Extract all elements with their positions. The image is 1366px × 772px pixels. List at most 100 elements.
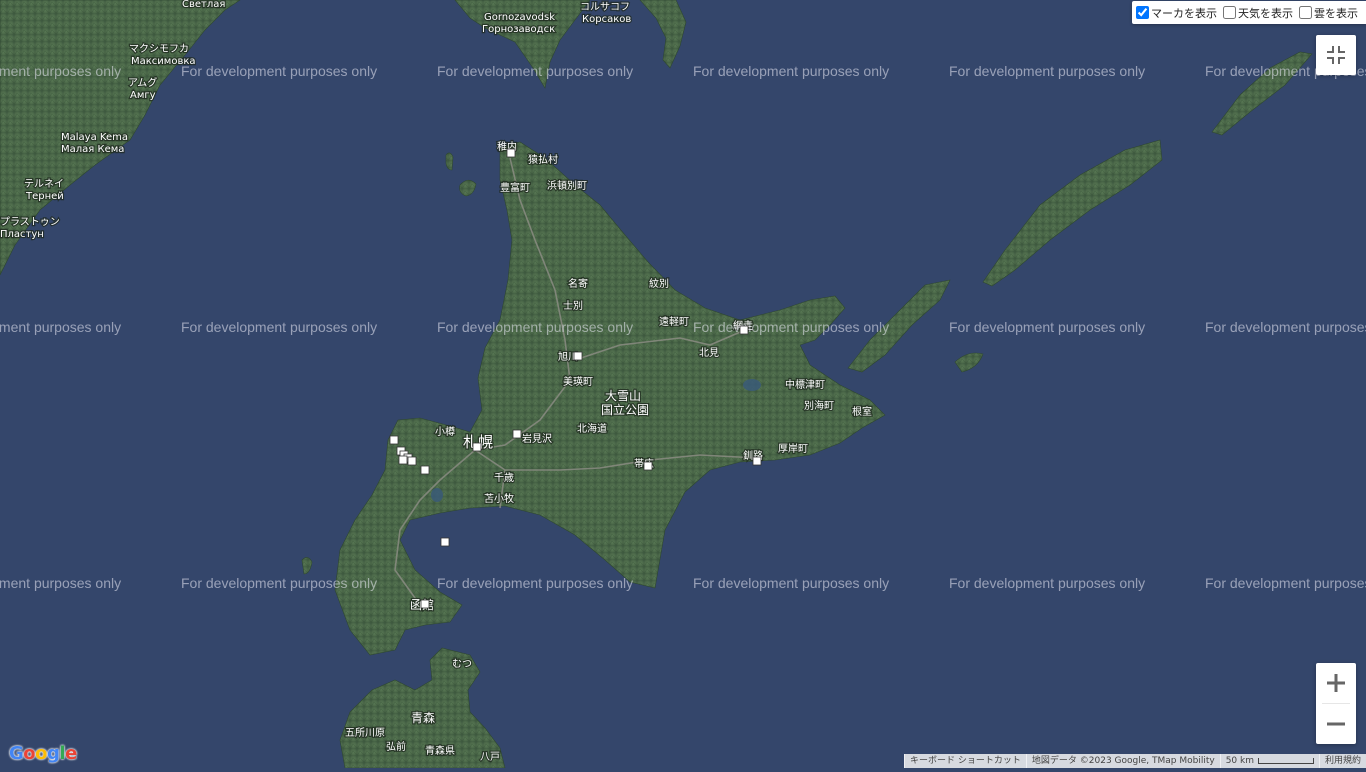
map-label: Горнозаводск bbox=[482, 24, 555, 35]
google-logo[interactable]: Google bbox=[9, 743, 77, 764]
map-label: 紋別 bbox=[649, 277, 669, 290]
markers-toggle[interactable]: マーカを表示 bbox=[1136, 5, 1217, 21]
map-label: 名寄 bbox=[568, 277, 588, 290]
map-label: 苫小牧 bbox=[484, 492, 514, 505]
watermark-text: For development purposes only bbox=[693, 319, 889, 335]
map-marker[interactable] bbox=[440, 537, 450, 547]
watermark-text: For development purposes only bbox=[181, 63, 377, 79]
watermark-text: For development purposes only bbox=[437, 63, 633, 79]
lake-shikotsu bbox=[431, 488, 443, 502]
attribution-bar: キーボード ショートカット 地図データ ©2023 Google, TMap M… bbox=[904, 754, 1366, 768]
map-marker[interactable] bbox=[573, 351, 583, 361]
keyboard-shortcuts-link[interactable]: キーボード ショートカット bbox=[904, 754, 1026, 768]
zoom-in-button[interactable] bbox=[1316, 663, 1356, 703]
map-label: 千歳 bbox=[494, 472, 514, 484]
map-marker[interactable] bbox=[643, 461, 653, 471]
map-marker[interactable] bbox=[506, 148, 516, 158]
weather-toggle[interactable]: 天気を表示 bbox=[1223, 5, 1293, 21]
map-label: 猿払村 bbox=[528, 153, 558, 166]
map-label: Gornozavodsk bbox=[484, 12, 555, 23]
map-label: 北海道 bbox=[577, 422, 607, 435]
map-label: Malaya Kema bbox=[61, 132, 128, 143]
fullscreen-button[interactable] bbox=[1316, 35, 1356, 75]
watermark-text: For development purposes only bbox=[181, 319, 377, 335]
map-canvas[interactable]: Светлая Gornozavodsk Горнозаводск コルサコフ … bbox=[0, 0, 1366, 769]
map-label: マクシモフカ bbox=[129, 43, 189, 55]
map-label: 別海町 bbox=[804, 399, 834, 412]
map-label: Пластун bbox=[0, 229, 44, 240]
watermark-text: For development purposes only bbox=[0, 575, 121, 591]
clouds-toggle[interactable]: 雲を表示 bbox=[1299, 5, 1358, 21]
map-label: 浜頓別町 bbox=[547, 179, 587, 192]
logo-letter: G bbox=[9, 743, 24, 764]
map-label: テルネイ bbox=[24, 178, 64, 190]
logo-letter: g bbox=[47, 743, 60, 764]
scale-bar bbox=[1257, 757, 1314, 764]
map-label: Светлая bbox=[182, 0, 225, 10]
watermark-text: For development purposes only bbox=[181, 575, 377, 591]
watermark-text: For development purposes only bbox=[1205, 319, 1366, 335]
map-label: アムグ bbox=[128, 76, 157, 89]
clouds-checkbox[interactable] bbox=[1299, 6, 1312, 19]
map-label: 北見 bbox=[699, 347, 719, 359]
map-marker[interactable] bbox=[512, 429, 522, 439]
watermark-text: For development purposes only bbox=[693, 575, 889, 591]
map-marker[interactable] bbox=[389, 435, 399, 445]
map-label: 岩見沢 bbox=[522, 432, 552, 445]
watermark-text: For development purposes only bbox=[693, 63, 889, 79]
zoom-out-button[interactable] bbox=[1316, 704, 1356, 744]
map-marker[interactable] bbox=[398, 455, 408, 465]
map-label: 五所川原 bbox=[345, 727, 385, 739]
map-marker[interactable] bbox=[420, 465, 430, 475]
map-label: むつ bbox=[452, 658, 472, 670]
map-marker[interactable] bbox=[472, 442, 482, 452]
map-label: コルサコフ bbox=[580, 1, 630, 13]
watermark-text: For development purposes only bbox=[437, 319, 633, 335]
map-label: 国立公園 bbox=[601, 402, 649, 417]
weather-checkbox[interactable] bbox=[1223, 6, 1236, 19]
map-label: 豊富町 bbox=[500, 181, 530, 194]
map-marker[interactable] bbox=[752, 456, 762, 466]
map-label: 士別 bbox=[563, 299, 583, 312]
scale-label: 50 km bbox=[1225, 756, 1254, 766]
markers-toggle-label: マーカを表示 bbox=[1151, 6, 1217, 20]
lake-kussharo bbox=[743, 379, 761, 391]
watermark-text: For development purposes only bbox=[1205, 575, 1366, 591]
markers-checkbox[interactable] bbox=[1136, 6, 1149, 19]
fullscreen-exit-icon bbox=[1327, 46, 1345, 64]
map-label: Терней bbox=[25, 191, 64, 202]
watermark-text: For development purposes only bbox=[949, 63, 1145, 79]
watermark-text: For development purposes only bbox=[0, 63, 121, 79]
plus-icon bbox=[1327, 674, 1345, 692]
zoom-control bbox=[1316, 663, 1356, 744]
watermark-text: For development purposes only bbox=[0, 319, 121, 335]
logo-letter: o bbox=[23, 743, 36, 764]
map-view[interactable]: Светлая Gornozavodsk Горнозаводск コルサコフ … bbox=[0, 0, 1366, 769]
logo-letter: o bbox=[35, 743, 48, 764]
watermark-text: For development purposes only bbox=[437, 575, 633, 591]
map-data-attribution[interactable]: 地図データ ©2023 Google, TMap Mobility bbox=[1025, 754, 1220, 768]
map-label: Амгу bbox=[130, 90, 156, 101]
map-label: 青森 bbox=[411, 710, 435, 725]
clouds-toggle-label: 雲を表示 bbox=[1314, 6, 1358, 20]
map-marker[interactable] bbox=[739, 325, 749, 335]
map-label: 中標津町 bbox=[785, 378, 825, 391]
map-label: 小樽 bbox=[435, 425, 455, 438]
map-marker[interactable] bbox=[420, 599, 430, 609]
watermark-text: For development purposes only bbox=[949, 575, 1145, 591]
map-label: 厚岸町 bbox=[778, 443, 808, 455]
scale-control[interactable]: 50 km bbox=[1219, 754, 1319, 768]
layer-toggle-panel: マーカを表示 天気を表示 雲を表示 bbox=[1132, 1, 1366, 24]
map-marker[interactable] bbox=[407, 456, 417, 466]
map-label: 美瑛町 bbox=[563, 375, 593, 388]
map-label: 大雪山 bbox=[605, 389, 641, 403]
terms-link[interactable]: 利用規約 bbox=[1318, 754, 1366, 768]
weather-toggle-label: 天気を表示 bbox=[1238, 6, 1293, 20]
logo-letter: e bbox=[65, 743, 77, 764]
minus-icon bbox=[1327, 722, 1345, 726]
map-label: Малая Кема bbox=[61, 144, 124, 155]
map-label: 根室 bbox=[852, 405, 872, 418]
map-label: プラストゥン bbox=[0, 216, 60, 228]
map-label: Корсаков bbox=[582, 14, 631, 25]
map-label: 青森県 bbox=[425, 744, 455, 757]
